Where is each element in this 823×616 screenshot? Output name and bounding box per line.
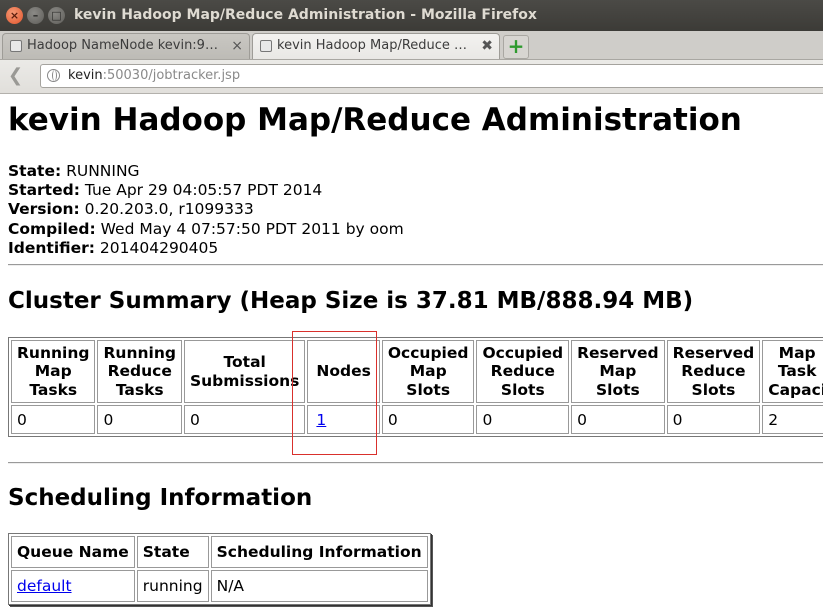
col-reserved-reduce-slots: Reserved Reduce Slots <box>666 340 761 403</box>
table-cell: N/A <box>210 570 428 602</box>
info-value: RUNNING <box>61 162 140 180</box>
tab-map-reduce-admin[interactable]: kevin Hadoop Map/Reduce … ✖ <box>252 33 500 59</box>
table-row: 0 0 0 1 0 0 0 0 2 <box>11 405 823 434</box>
page-content: kevin Hadoop Map/Reduce Administration S… <box>0 94 823 616</box>
window-minimize-button[interactable]: – <box>27 7 44 24</box>
info-started: Started: Tue Apr 29 04:05:57 PDT 2014 <box>8 181 404 200</box>
table-cell: default <box>11 570 135 602</box>
window-title: kevin Hadoop Map/Reduce Administration -… <box>74 7 537 23</box>
page-favicon-icon <box>260 40 272 52</box>
queue-default-link[interactable]: default <box>17 577 72 595</box>
window-titlebar: × – □ kevin Hadoop Map/Reduce Administra… <box>0 0 823 31</box>
url-host: kevin <box>68 68 103 83</box>
table-header-row: Running Map Tasks Running Reduce Tasks Total… <box>11 340 823 403</box>
table-header-row: Queue Name State Scheduling Information <box>11 536 428 568</box>
page-title: kevin Hadoop Map/Reduce Administration <box>8 102 742 138</box>
table-cell: 0 <box>476 405 570 434</box>
info-label: Identifier: <box>8 238 95 257</box>
info-value: 201404290405 <box>94 238 219 257</box>
col-occupied-map-slots: Occupied Map Slots <box>381 340 475 403</box>
info-value: Tue Apr 29 04:05:57 PDT 2014 <box>79 181 323 200</box>
table-cell: 0 <box>183 405 306 434</box>
info-value: Wed May 4 07:57:50 PDT 2011 by oom <box>95 219 404 238</box>
scheduling-information-heading: Scheduling Information <box>8 485 313 511</box>
table-row: default running N/A <box>11 570 428 602</box>
info-value: 0.20.203.0, r1099333 <box>79 200 254 219</box>
col-running-map-tasks: Running Map Tasks <box>11 340 96 403</box>
table-cell: 0 <box>571 405 665 434</box>
url-text[interactable]: kevin:50030/jobtracker.jsp <box>68 65 240 87</box>
divider <box>8 264 823 266</box>
window-maximize-button[interactable]: □ <box>48 7 65 24</box>
table-cell: 0 <box>97 405 182 434</box>
col-state: State <box>136 536 209 568</box>
table-cell: 2 <box>762 405 823 434</box>
col-nodes: Nodes <box>307 340 380 403</box>
info-label: Version: <box>8 200 80 219</box>
tab-close-icon[interactable]: × <box>231 34 243 58</box>
jobtracker-info: State: RUNNING Started: Tue Apr 29 04:05… <box>8 162 404 258</box>
info-identifier: Identifier: 201404290405 <box>8 239 404 258</box>
info-label: Compiled: <box>8 219 96 238</box>
url-bar[interactable]: kevin:50030/jobtracker.jsp <box>40 64 823 88</box>
tab-hadoop-namenode[interactable]: Hadoop NameNode kevin:9… × <box>2 33 250 59</box>
col-queue-name: Queue Name <box>11 536 135 568</box>
col-map-task-capacity: Map Task Capaci <box>762 340 823 403</box>
globe-icon <box>47 69 60 82</box>
table-cell: running <box>136 570 209 602</box>
col-total-submissions: Total Submissions <box>183 340 306 403</box>
page-favicon-icon <box>10 40 22 52</box>
nodes-link[interactable]: 1 <box>316 411 326 429</box>
table-cell: 1 <box>307 405 380 434</box>
url-path: :50030/jobtracker.jsp <box>102 68 241 83</box>
cluster-summary-table: Running Map Tasks Running Reduce Tasks Total… <box>8 337 823 437</box>
info-state: State: RUNNING <box>8 162 404 181</box>
info-version: Version: 0.20.203.0, r1099333 <box>8 200 404 219</box>
col-running-reduce-tasks: Running Reduce Tasks <box>97 340 182 403</box>
tab-bar: Hadoop NameNode kevin:9… × kevin Hadoop … <box>0 31 823 60</box>
info-label: Started: <box>8 181 80 200</box>
cluster-summary-heading: Cluster Summary (Heap Size is 37.81 MB/8… <box>8 288 694 314</box>
divider <box>8 462 823 464</box>
new-tab-plus-icon[interactable]: + <box>503 35 529 59</box>
back-arrow-icon[interactable]: ❮ <box>8 66 28 86</box>
scheduling-table: Queue Name State Scheduling Information … <box>8 533 431 605</box>
col-occupied-reduce-slots: Occupied Reduce Slots <box>476 340 570 403</box>
tab-label: kevin Hadoop Map/Reduce … <box>277 38 468 53</box>
col-reserved-map-slots: Reserved Map Slots <box>571 340 665 403</box>
tab-label: Hadoop NameNode kevin:9… <box>27 38 218 53</box>
info-label: State: <box>8 162 62 180</box>
window-close-button[interactable]: × <box>6 7 23 24</box>
col-scheduling-information: Scheduling Information <box>210 536 428 568</box>
table-cell: 0 <box>666 405 761 434</box>
navigation-toolbar: ❮ kevin:50030/jobtracker.jsp <box>0 60 823 94</box>
table-cell: 0 <box>381 405 475 434</box>
table-cell: 0 <box>11 405 96 434</box>
tab-close-icon[interactable]: ✖ <box>481 34 493 58</box>
info-compiled: Compiled: Wed May 4 07:57:50 PDT 2011 by… <box>8 220 404 239</box>
